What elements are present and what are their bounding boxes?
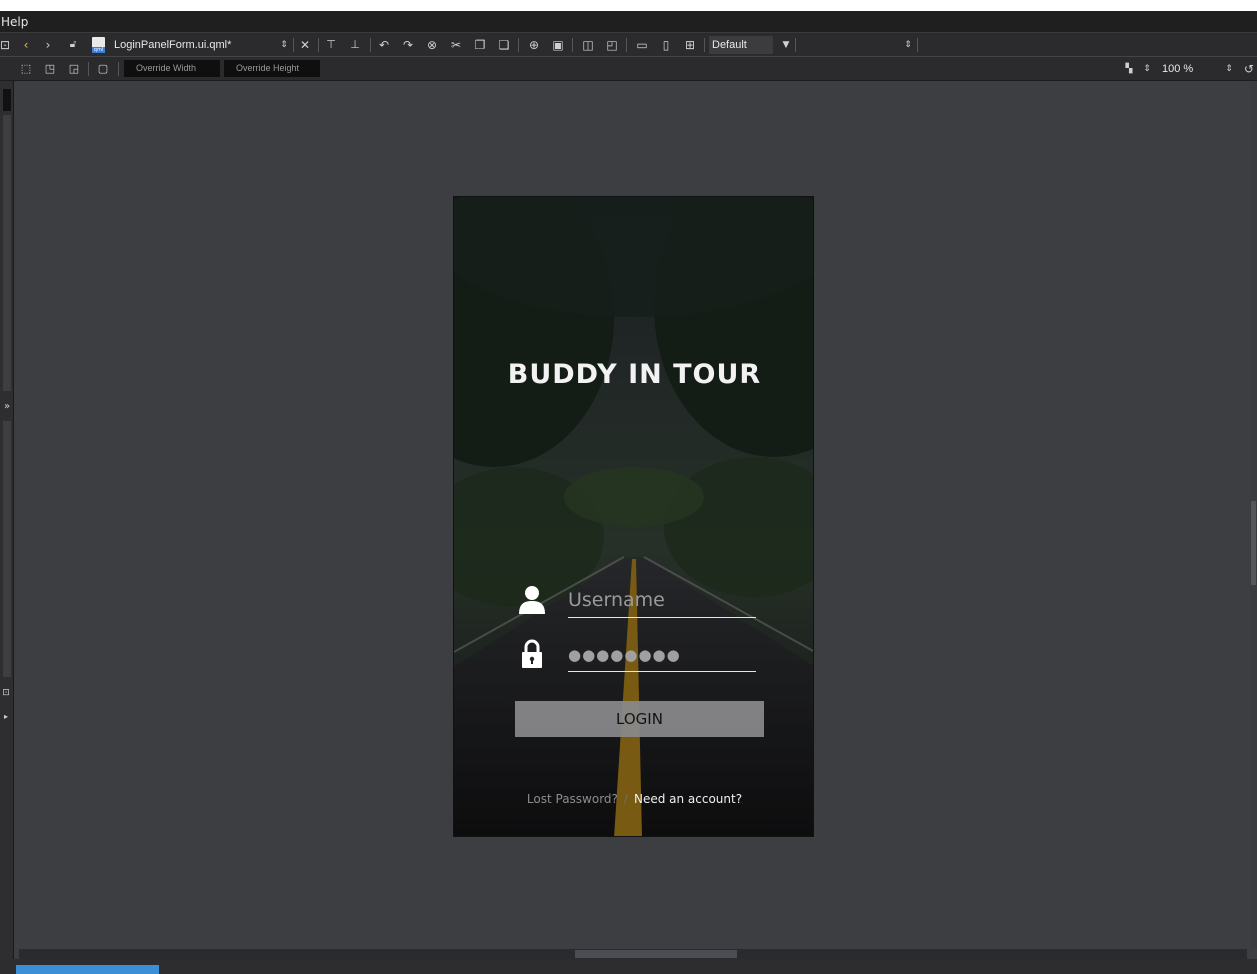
file-switcher-icon[interactable]: ⇕ <box>278 33 290 57</box>
split-icon[interactable]: ⊡ <box>0 33 10 57</box>
horizontal-scrollbar[interactable] <box>19 949 1247 959</box>
active-output-tab[interactable] <box>16 965 159 974</box>
road-background-image <box>454 197 813 836</box>
forward-arrow-icon[interactable]: › <box>40 33 56 57</box>
back-arrow-icon[interactable]: ‹ <box>18 33 34 57</box>
chevron-down-icon[interactable]: ▼ <box>780 33 792 57</box>
undo-icon[interactable]: ↶ <box>376 33 392 57</box>
grid-layout-icon[interactable]: ⊞ <box>682 33 698 57</box>
zoom-spin-icon[interactable]: ⇕ <box>1140 57 1154 81</box>
lost-password-link[interactable]: Lost Password? <box>527 792 618 806</box>
anchor-icon[interactable]: ◫ <box>580 33 596 57</box>
need-account-link[interactable]: Need an account? <box>634 792 742 806</box>
login-button[interactable]: LOGIN <box>515 701 764 737</box>
fill-icon[interactable]: ◰ <box>604 33 620 57</box>
column-layout-icon[interactable]: ▯ <box>658 33 674 57</box>
link-separator: / <box>623 792 628 806</box>
qml-file-icon <box>92 37 105 53</box>
menu-bar: Help <box>0 11 1257 33</box>
password-input[interactable] <box>568 639 756 672</box>
paste-icon[interactable]: ❏ <box>496 33 512 57</box>
left-side-panel: » ⊡ ▸ <box>0 81 14 974</box>
close-file-icon[interactable]: ✕ <box>297 33 313 57</box>
frame-icon[interactable]: ▢ <box>95 57 111 81</box>
form-toolbar: ⬚ ◳ ◲ ▢ Override Width Override Height ▚… <box>0 57 1257 81</box>
open-file-name[interactable]: LoginPanelForm.ui.qml* <box>114 33 231 57</box>
username-input[interactable] <box>568 582 756 618</box>
snap-icon[interactable]: ▣ <box>550 33 566 57</box>
cut-icon[interactable]: ✂ <box>448 33 464 57</box>
lock-icon <box>522 639 542 668</box>
vertical-scroll-thumb[interactable] <box>1251 501 1256 585</box>
window-top-strip <box>0 0 1257 11</box>
vertical-scrollbar[interactable] <box>1250 81 1257 949</box>
select-item-icon[interactable]: ⊕ <box>526 33 542 57</box>
target-switcher-icon[interactable]: ⇕ <box>902 33 914 57</box>
override-height-input[interactable]: Override Height <box>224 60 320 77</box>
reset-size-icon[interactable]: ⬚ <box>18 57 34 81</box>
user-icon <box>519 586 545 614</box>
copy-icon[interactable]: ❐ <box>472 33 488 57</box>
checker-icon[interactable]: ▚ <box>1122 57 1136 81</box>
editor-toolbar: ⊡ ‹ › 🔓︎ LoginPanelForm.ui.qml* ⇕ ✕ ⊤ ⊥ … <box>0 33 1257 57</box>
override-width-input[interactable]: Override Width <box>124 60 220 77</box>
redo-icon[interactable]: ↷ <box>400 33 416 57</box>
account-links: Lost Password? / Need an account? <box>454 792 813 806</box>
style-combo[interactable]: Default <box>709 36 773 54</box>
show-content-icon[interactable]: ◲ <box>66 57 82 81</box>
horizontal-scroll-thumb[interactable] <box>575 950 737 958</box>
status-bar <box>0 959 1257 974</box>
app-title: BUDDY IN TOUR <box>507 359 762 390</box>
reset-view-icon[interactable]: ↺ <box>1241 57 1257 81</box>
panel-split-icon[interactable]: ⊡ <box>0 681 12 705</box>
menu-help[interactable]: Help <box>0 15 28 29</box>
panel-arrow-icon[interactable]: ▸ <box>0 705 12 729</box>
login-panel-form: BUDDY IN TOUR LOGIN Lost Password? / Need … <box>453 196 814 837</box>
delete-icon[interactable]: ⊗ <box>424 33 440 57</box>
align-bottom-icon[interactable]: ⊥ <box>346 33 364 57</box>
lock-file-icon[interactable]: 🔓︎ <box>66 33 80 57</box>
zoom-switcher-icon[interactable]: ⇕ <box>1222 57 1236 81</box>
expand-panel-icon[interactable]: » <box>0 395 14 419</box>
show-bounds-icon[interactable]: ◳ <box>42 57 58 81</box>
zoom-level[interactable]: 100 % <box>1162 57 1193 81</box>
row-layout-icon[interactable]: ▭ <box>634 33 650 57</box>
align-top-icon[interactable]: ⊤ <box>322 33 340 57</box>
